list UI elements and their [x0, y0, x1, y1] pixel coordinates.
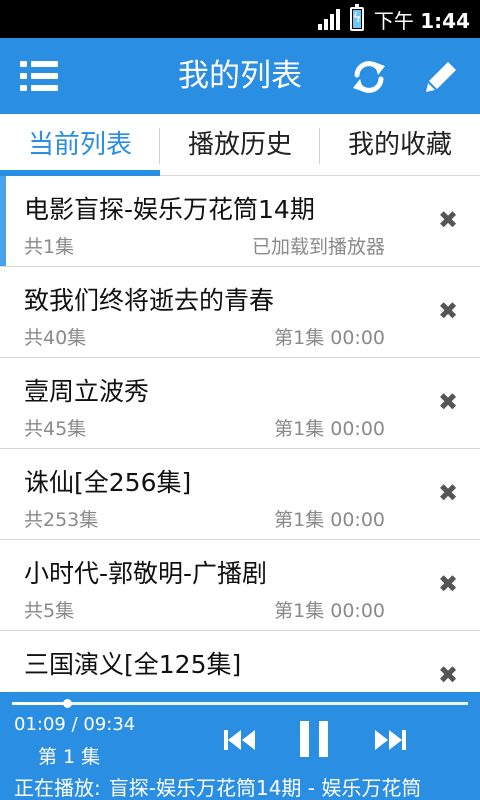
item-episode-count: 共40集: [24, 327, 87, 349]
title-bar: 我的列表: [0, 38, 480, 114]
close-icon[interactable]: ✖: [438, 208, 458, 232]
progress-fill: [12, 702, 67, 705]
item-title: 壹周立波秀: [24, 377, 150, 406]
selected-indicator: [0, 176, 6, 266]
progress-knob[interactable]: [63, 699, 72, 708]
close-icon[interactable]: ✖: [438, 390, 458, 414]
item-title: 诛仙[全256集]: [24, 468, 192, 497]
list-item[interactable]: 电影盲探-娱乐万花筒14期 共1集 已加载到播放器 ✖: [0, 176, 480, 267]
tab-bar: 当前列表 播放历史 我的收藏: [0, 114, 480, 176]
pause-icon[interactable]: [298, 721, 330, 757]
tab-play-history[interactable]: 播放历史: [160, 114, 320, 176]
edit-icon[interactable]: [424, 58, 460, 94]
current-episode: 第 1 集: [38, 746, 101, 768]
signal-icon: [317, 8, 340, 30]
tab-divider: [319, 128, 320, 164]
now-playing-track: 盲探-娱乐万花筒14期 - 娱乐万花筒: [108, 776, 422, 800]
battery-icon: ϟ: [349, 4, 364, 31]
close-icon[interactable]: ✖: [438, 663, 458, 687]
list-item[interactable]: 小时代-郭敬明-广播剧 共5集 第1集 00:00 ✖: [0, 540, 480, 631]
page-title: 我的列表: [178, 58, 302, 94]
menu-icon[interactable]: [20, 61, 58, 91]
item-episode-count: 共5集: [24, 600, 75, 622]
item-episode-count: 共253集: [24, 509, 99, 531]
item-title: 小时代-郭敬明-广播剧: [24, 559, 268, 588]
mini-player: 01:09 / 09:34 第 1 集 正在播放: 盲探-娱乐万花筒14期 - 娱…: [0, 692, 480, 800]
list-item[interactable]: 壹周立波秀 共45集 第1集 00:00 ✖: [0, 358, 480, 449]
tab-favorites[interactable]: 我的收藏: [320, 114, 480, 176]
next-icon[interactable]: [374, 730, 406, 750]
tab-divider: [159, 128, 160, 164]
item-episode-count: 共1集: [24, 236, 75, 258]
status-bar: ϟ 下午 1:44: [0, 0, 480, 38]
item-title: 致我们终将逝去的青春: [24, 286, 275, 315]
item-title: 电影盲探-娱乐万花筒14期: [24, 195, 315, 224]
refresh-icon[interactable]: [350, 58, 388, 96]
now-playing: 正在播放: 盲探-娱乐万花筒14期 - 娱乐万花筒: [14, 772, 480, 800]
item-status: 第1集 00:00: [274, 509, 385, 531]
now-playing-label: 正在播放:: [14, 776, 101, 800]
close-icon[interactable]: ✖: [438, 481, 458, 505]
tab-current-list[interactable]: 当前列表: [0, 114, 160, 176]
close-icon[interactable]: ✖: [438, 299, 458, 323]
status-bar-right: ϟ 下午 1:44: [317, 0, 470, 38]
item-status: 第1集 00:00: [274, 418, 385, 440]
previous-icon[interactable]: [224, 730, 256, 750]
status-time-prefix: 下午: [373, 8, 414, 33]
item-title: 三国演义[全125集]: [24, 650, 242, 679]
progress-track[interactable]: [12, 702, 468, 705]
playback-time: 01:09 / 09:34: [14, 714, 136, 735]
item-status: 第1集 00:00: [274, 327, 385, 349]
list-item[interactable]: 致我们终将逝去的青春 共40集 第1集 00:00 ✖: [0, 267, 480, 358]
list-item[interactable]: 诛仙[全256集] 共253集 第1集 00:00 ✖: [0, 449, 480, 540]
status-time-value: 1:44: [420, 8, 470, 33]
close-icon[interactable]: ✖: [438, 572, 458, 596]
item-episode-count: 共45集: [24, 418, 87, 440]
status-time: 下午 1:44: [374, 5, 470, 34]
item-status: 已加载到播放器: [251, 236, 385, 258]
item-status: 第1集 00:00: [274, 600, 385, 622]
